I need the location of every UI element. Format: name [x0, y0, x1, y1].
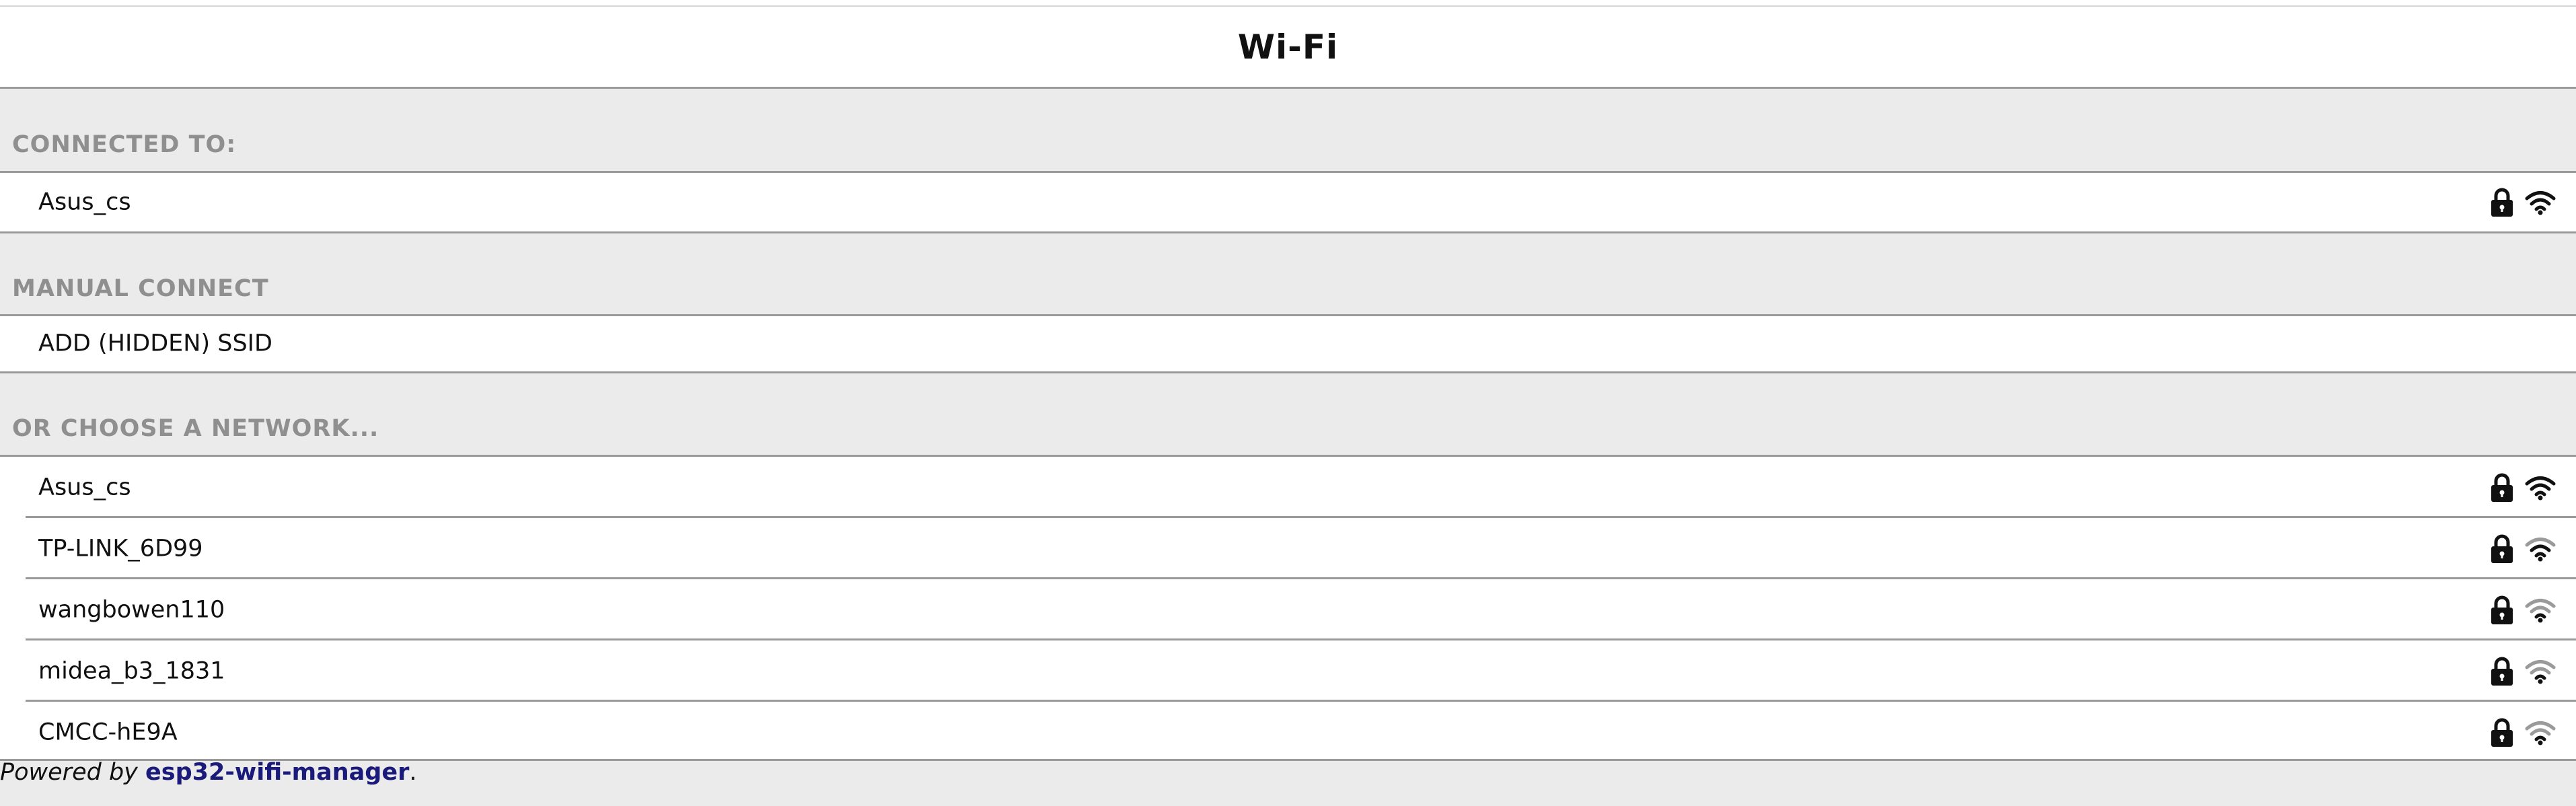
- row-divider: [26, 516, 2576, 518]
- connected-network-icons: [2490, 188, 2556, 217]
- lock-icon: [2490, 657, 2514, 686]
- network-ssid: TP-LINK_6D99: [38, 535, 203, 562]
- row-divider: [26, 638, 2576, 640]
- lock-icon: [2490, 473, 2514, 503]
- networks-section-title: OR CHOOSE A NETWORK...: [12, 415, 379, 442]
- footer-link[interactable]: esp32-wifi-manager: [145, 759, 409, 786]
- page-header: Wi-Fi: [0, 7, 2576, 89]
- network-icons: [2490, 657, 2556, 686]
- row-divider: [26, 700, 2576, 702]
- network-row[interactable]: TP-LINK_6D99: [0, 516, 2576, 579]
- manual-section-title: MANUAL CONNECT: [12, 275, 269, 302]
- network-row[interactable]: CMCC-hE9A: [0, 700, 2576, 763]
- network-row[interactable]: midea_b3_1831: [0, 638, 2576, 702]
- wifi-signal-icon: [2525, 475, 2556, 501]
- wifi-signal-icon: [2525, 659, 2556, 684]
- lock-icon: [2490, 188, 2514, 217]
- network-ssid: midea_b3_1831: [38, 657, 225, 684]
- row-divider: [26, 577, 2576, 579]
- wifi-signal-icon: [2525, 597, 2556, 623]
- network-ssid: wangbowen110: [38, 596, 225, 623]
- connected-network-row[interactable]: Asus_cs: [0, 171, 2576, 233]
- wifi-signal-icon: [2525, 720, 2556, 745]
- footer-suffix: .: [409, 759, 417, 786]
- network-icons: [2490, 534, 2556, 564]
- network-icons: [2490, 473, 2556, 503]
- footer-prefix: Powered by: [0, 759, 145, 786]
- connected-network-ssid: Asus_cs: [38, 188, 131, 215]
- page-title: Wi-Fi: [1237, 27, 1339, 67]
- lock-icon: [2490, 718, 2514, 747]
- top-border: [0, 0, 2576, 7]
- footer: Powered by esp32-wifi-manager.: [0, 761, 416, 784]
- wifi-signal-icon: [2525, 536, 2556, 562]
- wifi-signal-icon: [2525, 190, 2556, 215]
- network-row[interactable]: wangbowen110: [0, 577, 2576, 640]
- network-icons: [2490, 718, 2556, 747]
- lock-icon: [2490, 534, 2514, 564]
- network-ssid: CMCC-hE9A: [38, 719, 178, 745]
- lock-icon: [2490, 595, 2514, 625]
- wifi-manager-page: Wi-Fi CONNECTED TO: Asus_cs MANUAL CONNE…: [0, 0, 2576, 806]
- add-hidden-ssid-label: ADD (HIDDEN) SSID: [38, 330, 272, 357]
- network-row[interactable]: Asus_cs: [0, 457, 2576, 518]
- network-icons: [2490, 595, 2556, 625]
- network-ssid: Asus_cs: [38, 474, 131, 501]
- add-hidden-ssid-row[interactable]: ADD (HIDDEN) SSID: [0, 314, 2576, 373]
- network-list: Asus_cs TP-LINK_6D99 wangbowen110 midea_b3_…: [0, 455, 2576, 761]
- connected-section-title: CONNECTED TO:: [12, 131, 237, 158]
